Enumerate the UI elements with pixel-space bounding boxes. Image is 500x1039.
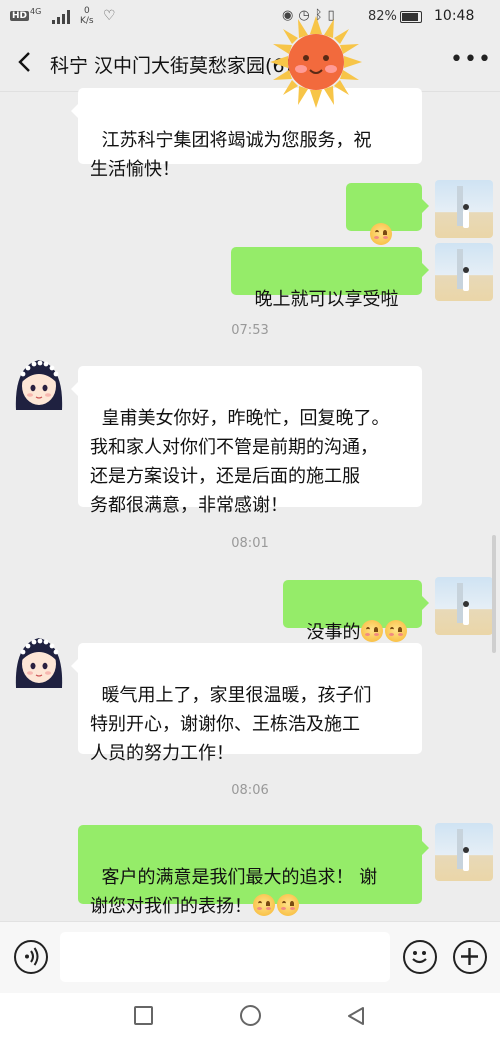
more-dots-icon[interactable]: ••• [450, 47, 492, 72]
status-bar: HD 4G 0 K/s ♡ ◉◷ᛒ▯ 82% 10:48 [0, 0, 500, 34]
message-incoming[interactable]: 皇甫美女你好，昨晚忙，回复晚了。 我和家人对你们不管是前期的沟通， 还是方案设计… [71, 366, 422, 516]
person-icon [463, 267, 469, 291]
sun-sticker-icon [270, 16, 362, 108]
clock: 10:48 [434, 8, 475, 24]
smile-emoji-icon [277, 894, 299, 916]
emoji-icon[interactable] [403, 940, 437, 974]
message-text: 暖气用上了，家里很温暖，孩子们 特别开心，谢谢你、王栋浩及施工 人员的努力工作！ [90, 685, 372, 764]
recent-apps-icon[interactable] [134, 1006, 153, 1025]
message-text: 晚上就可以享受啦 [254, 289, 399, 310]
my-avatar[interactable] [435, 180, 493, 238]
battery-percent: 82% [368, 9, 397, 24]
contact-avatar[interactable] [10, 352, 68, 410]
my-avatar[interactable] [435, 823, 493, 881]
my-avatar[interactable] [435, 577, 493, 635]
input-bar [0, 921, 500, 993]
smile-emoji-icon [361, 620, 384, 642]
message-incoming[interactable]: 暖气用上了，家里很温暖，孩子们 特别开心，谢谢你、王栋浩及施工 人员的努力工作！ [71, 643, 422, 764]
home-icon[interactable] [240, 1005, 261, 1026]
smiley-face-icon [412, 951, 427, 964]
network-type: 4G [30, 7, 42, 16]
contact-avatar[interactable] [10, 630, 68, 688]
hd-badge: HD [10, 11, 30, 21]
network-speed: 0 K/s [80, 6, 94, 26]
voice-icon[interactable] [14, 940, 48, 974]
my-avatar[interactable] [435, 243, 493, 301]
back-triangle-icon[interactable] [345, 1005, 367, 1027]
message-outgoing[interactable]: 晚上就可以享受啦 [231, 247, 429, 310]
person-icon [463, 601, 469, 625]
smile-emoji-icon [385, 620, 408, 642]
smile-emoji-icon [253, 894, 275, 916]
message-text: 皇甫美女你好，昨晚忙，回复晚了。 我和家人对你们不管是前期的沟通， 还是方案设计… [90, 408, 390, 516]
message-timestamp: 07:53 [231, 323, 269, 338]
scrollbar[interactable] [492, 535, 496, 653]
plus-sign-icon [461, 948, 478, 965]
person-icon [463, 847, 469, 871]
system-nav-bar [0, 993, 500, 1039]
message-timestamp: 08:01 [231, 536, 269, 551]
plus-icon[interactable] [453, 940, 487, 974]
message-incoming[interactable]: 江苏科宁集团将竭诚为您服务，祝 生活愉快！ [71, 88, 422, 180]
voice-wave-icon [25, 947, 39, 966]
speed-unit: K/s [80, 16, 94, 26]
signal-icon [52, 10, 72, 24]
message-text: 没事的 [306, 622, 361, 643]
message-outgoing[interactable]: 客户的满意是我们最大的追求！ 谢 谢您对我们的表扬！ [78, 825, 429, 917]
message-input[interactable] [60, 932, 390, 982]
message-text: 客户的满意是我们最大的追求！ 谢 谢您对我们的表扬！ [90, 867, 378, 917]
speed-value: 0 [83, 6, 90, 16]
health-icon: ♡ [103, 8, 116, 24]
chat-header: 科宁 汉中门大街莫愁家园(6) ••• [0, 34, 500, 92]
message-timestamp: 08:06 [231, 783, 269, 798]
message-outgoing[interactable] [346, 183, 429, 274]
chat-title-text: 科宁 汉中门大街莫愁家园 [50, 55, 266, 77]
chevron-left-icon[interactable] [14, 50, 38, 74]
battery-icon [400, 11, 422, 23]
chat-title: 科宁 汉中门大街莫愁家园(6) [50, 51, 292, 78]
message-outgoing[interactable]: 没事的 [283, 580, 429, 643]
message-text: 江苏科宁集团将竭诚为您服务，祝 生活愉快！ [90, 130, 372, 180]
smile-emoji-icon [370, 223, 393, 245]
person-icon [463, 204, 469, 228]
